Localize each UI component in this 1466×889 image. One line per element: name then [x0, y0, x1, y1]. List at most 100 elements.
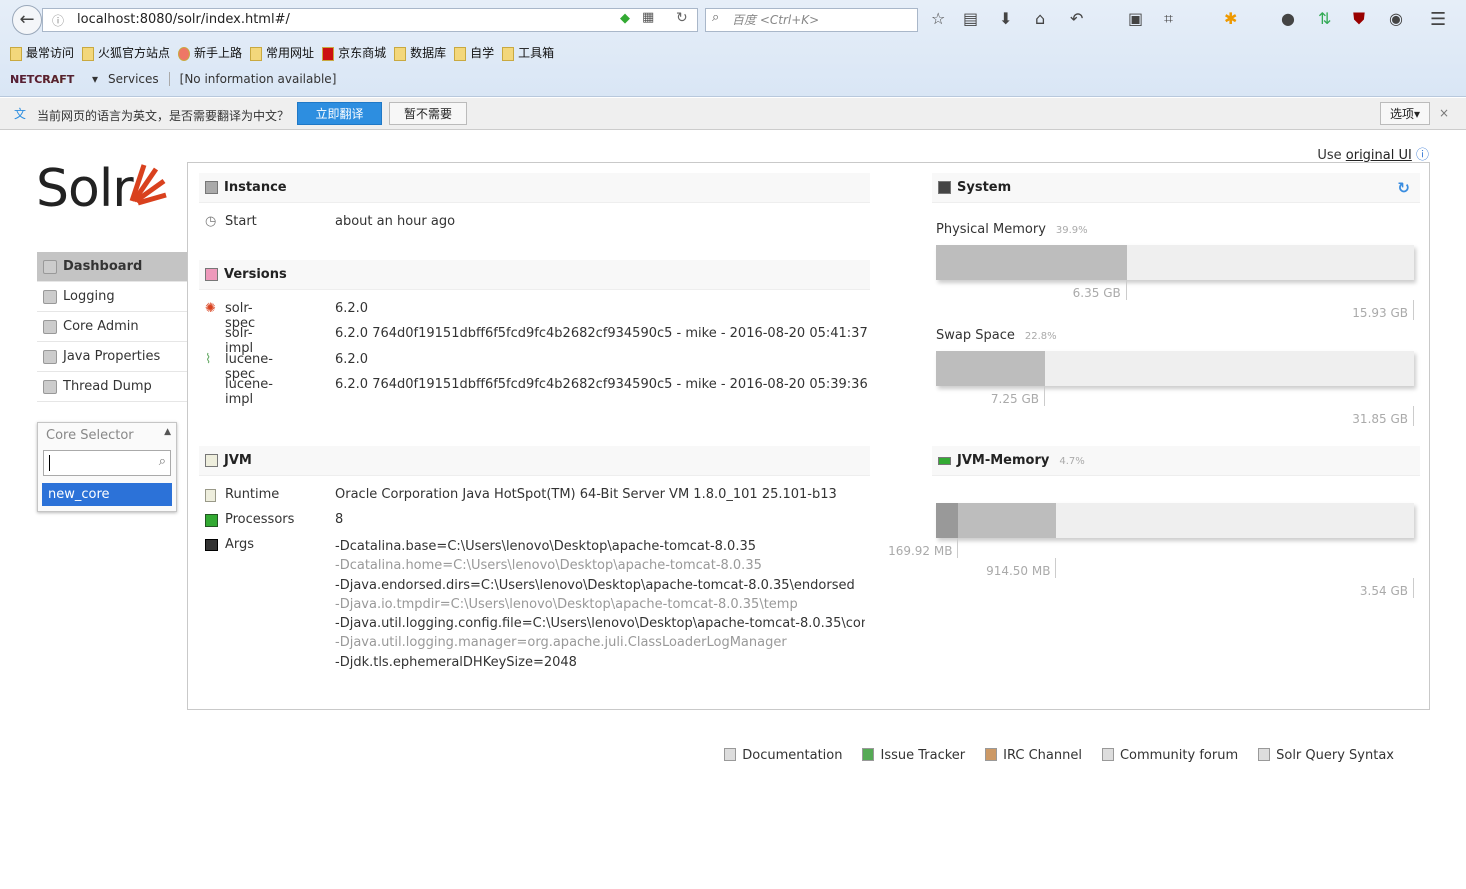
nav-thread-dump[interactable]: Thread Dump [37, 372, 187, 402]
netcraft-dropdown-icon[interactable]: ▾ [92, 72, 98, 86]
bookmark-item[interactable]: 数据库 [394, 44, 446, 61]
reader-icon[interactable]: ▣ [1128, 9, 1143, 28]
jvm-arg: -Djava.io.tmpdir=C:\Users\lenovo\Desktop… [335, 596, 798, 612]
info-icon[interactable]: ⓘ [52, 12, 64, 29]
solr-icon: ✺ [205, 301, 216, 316]
physical-memory-bar [936, 245, 1414, 280]
version-value: 6.2.0 [335, 301, 369, 316]
bookmark-item[interactable]: 火狐官方站点 [82, 44, 170, 61]
bookmark-item[interactable]: 自学 [454, 44, 494, 61]
documentation-link[interactable]: Documentation [724, 748, 842, 763]
bug-icon [862, 748, 875, 761]
url-text: localhost:8080/solr/index.html#/ [77, 12, 290, 27]
jvm-arg: -Djdk.tls.ephemeralDHKeySize=2048 [335, 654, 577, 670]
irc-channel-link[interactable]: IRC Channel [985, 748, 1082, 763]
jvm-memory-header: JVM-Memory 4.7% [932, 446, 1420, 476]
chevron-up-icon[interactable]: ▲ [164, 427, 171, 437]
clipboard-icon[interactable]: ▤ [963, 9, 978, 28]
swap-used-label: 7.25 GB [991, 386, 1045, 406]
jvm-arg: -Dcatalina.home=C:\Users\lenovo\Desktop\… [335, 558, 762, 574]
sync-icon[interactable]: ⇅ [1318, 9, 1331, 28]
chat-icon[interactable]: ● [1281, 9, 1295, 28]
system-header: System ↻ [932, 173, 1420, 203]
query-syntax-link[interactable]: Solr Query Syntax [1258, 748, 1394, 763]
solr-logo[interactable]: Solr [36, 159, 134, 219]
jvm-arg: -Dcatalina.base=C:\Users\lenovo\Desktop\… [335, 539, 756, 554]
nav-logging[interactable]: Logging [37, 282, 187, 312]
system-monitor-icon [938, 181, 951, 194]
netcraft-toolbar: NETCRAFT ▾ Services [No information avai… [10, 72, 336, 86]
translate-bar: 文 当前网页的语言为英文，是否需要翻译为中文？ 立即翻译 暂不需要 选项▾ × [0, 98, 1466, 130]
download-icon[interactable]: ⬇ [999, 9, 1012, 28]
undo-icon[interactable]: ↶ [1070, 9, 1083, 28]
nav-core-admin[interactable]: Core Admin [37, 312, 187, 342]
refresh-icon[interactable]: ↻ [1397, 173, 1410, 203]
ublock-icon[interactable]: ⛊ [1353, 9, 1365, 29]
swap-space-bar [936, 351, 1414, 386]
jvm-max-label: 3.54 GB [1360, 578, 1414, 598]
terminal-icon [205, 539, 218, 551]
search-icon: ⌕ [712, 10, 720, 25]
bookmark-star-icon[interactable]: ☆ [931, 9, 945, 28]
qr-code-icon[interactable]: ▦ [642, 10, 654, 25]
dashboard-icon [43, 260, 57, 274]
bookmarks-bar: 最常访问 火狐官方站点 新手上路 常用网址 京东商城 数据库 自学 工具箱 [10, 44, 554, 61]
physical-memory-label: Physical Memory 39.9% [936, 222, 1088, 237]
jvm-memory-bar [936, 503, 1414, 538]
back-button[interactable]: ← [12, 5, 42, 35]
jvm-header: JVM [199, 446, 870, 476]
nav-dashboard[interactable]: Dashboard [37, 252, 187, 282]
options-button[interactable]: 选项▾ [1380, 102, 1430, 125]
reload-icon[interactable]: ↻ [676, 10, 688, 26]
jvm-arg: -Djava.util.logging.config.file=C:\Users… [335, 616, 865, 632]
lucene-icon: ⌇ [205, 352, 212, 367]
menu-icon[interactable]: ☰ [1430, 9, 1446, 30]
logging-icon [43, 290, 57, 304]
mail-icon [1101, 748, 1114, 761]
version-value: 6.2.0 764d0f19151dbff6f5fcd9fc4b2682cf93… [335, 377, 868, 392]
core-selector[interactable]: Core Selector ▲ ⌕ new_core [37, 422, 177, 512]
url-bar[interactable]: localhost:8080/solr/index.html#/ [42, 8, 698, 32]
thread-dump-icon [43, 380, 57, 394]
bookmark-item[interactable]: 新手上路 [178, 44, 242, 61]
services-menu[interactable]: Services [108, 72, 159, 86]
core-option-new-core[interactable]: new_core [42, 483, 172, 506]
bookmark-item[interactable]: 京东商城 [322, 44, 386, 61]
translate-message: 当前网页的语言为英文，是否需要翻译为中文？ [37, 109, 290, 123]
solr-admin-page: Use original UI ⓘ Solr Dashboard Logging… [6, 131, 1461, 884]
jvm-args-list: -Dcatalina.base=C:\Users\lenovo\Desktop\… [335, 537, 865, 672]
instance-icon [205, 181, 218, 194]
firebug-icon[interactable]: ✱ [1224, 9, 1237, 28]
netcraft-logo[interactable]: NETCRAFT [10, 73, 82, 86]
community-forum-link[interactable]: Community forum [1101, 748, 1238, 763]
nav-java-properties[interactable]: Java Properties [37, 342, 187, 372]
original-ui-link[interactable]: original UI [1346, 148, 1412, 163]
instance-header: Instance [199, 173, 870, 203]
bookmark-item[interactable]: 工具箱 [502, 44, 554, 61]
crop-icon[interactable]: ⌗ [1164, 9, 1173, 29]
search-input[interactable]: 百度 <Ctrl+K> [705, 8, 918, 32]
translate-icon: 文 [14, 107, 27, 121]
home-icon[interactable]: ⌂ [1035, 9, 1045, 28]
dashboard-panel: Instance ◷ Start about an hour ago Version… [187, 162, 1430, 763]
search-icon: ⌕ [158, 454, 166, 469]
jvm-arg: -Djava.util.logging.manager=org.apache.j… [335, 635, 787, 651]
translate-button[interactable]: 立即翻译 [297, 102, 382, 125]
bookmark-item[interactable]: 最常访问 [10, 44, 74, 61]
swap-total-label: 31.85 GB [1352, 406, 1414, 426]
issue-tracker-link[interactable]: Issue Tracker [862, 748, 965, 763]
people-icon [985, 748, 998, 761]
document-icon [724, 748, 737, 761]
versions-icon [205, 268, 218, 281]
info-icon: ⓘ [1415, 148, 1429, 163]
close-icon[interactable]: × [1439, 106, 1449, 120]
shield-icon[interactable]: ◆ [620, 11, 630, 26]
core-search-input[interactable]: ⌕ [43, 450, 171, 476]
not-now-button[interactable]: 暂不需要 [389, 102, 467, 125]
runtime-icon [205, 489, 216, 502]
query-icon [1258, 748, 1271, 761]
color-picker-icon[interactable]: ◉ [1389, 9, 1403, 28]
bookmark-item[interactable]: 常用网址 [250, 44, 314, 61]
clock-icon: ◷ [205, 214, 217, 229]
sidebar-nav: Dashboard Logging Core Admin Java Proper… [37, 252, 187, 402]
